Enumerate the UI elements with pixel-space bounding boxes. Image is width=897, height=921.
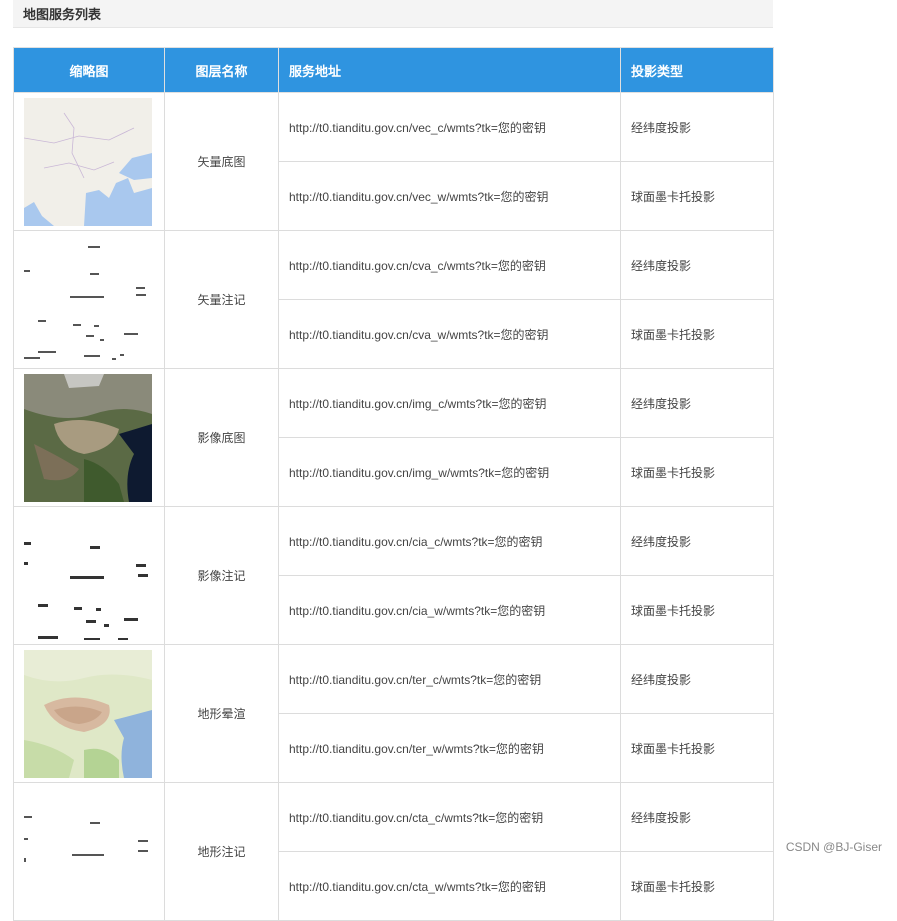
imagery-annotation-thumbnail: [24, 511, 152, 640]
table-row: 影像底图 http://t0.tianditu.gov.cn/img_c/wmt…: [13, 368, 774, 507]
service-url: http://t0.tianditu.gov.cn/cta_c/wmts?tk=…: [278, 782, 621, 852]
vector-annotation-thumbnail: [24, 235, 152, 364]
thumbnail-cell: [13, 644, 165, 783]
table-row: 矢量底图 http://t0.tianditu.gov.cn/vec_c/wmt…: [13, 92, 774, 231]
service-url: http://t0.tianditu.gov.cn/vec_c/wmts?tk=…: [278, 92, 621, 162]
projection-type: 经纬度投影: [620, 782, 774, 852]
projection-type: 球面墨卡托投影: [620, 575, 774, 645]
service-url: http://t0.tianditu.gov.cn/ter_w/wmts?tk=…: [278, 713, 621, 783]
projection-type: 经纬度投影: [620, 92, 774, 162]
layer-name: 矢量注记: [164, 230, 279, 369]
service-url: http://t0.tianditu.gov.cn/vec_w/wmts?tk=…: [278, 161, 621, 231]
table-row: 矢量注记 http://t0.tianditu.gov.cn/cva_c/wmt…: [13, 230, 774, 369]
table-header-row: 缩略图 图层名称 服务地址 投影类型: [13, 47, 774, 93]
projection-type: 球面墨卡托投影: [620, 713, 774, 783]
terrain-hillshade-thumbnail: [24, 649, 152, 778]
table-row: 地形注记 http://t0.tianditu.gov.cn/cta_c/wmt…: [13, 782, 774, 921]
imagery-basemap-thumbnail: [24, 373, 152, 502]
map-service-table: 缩略图 图层名称 服务地址 投影类型 矢量底图 http://t0.tiandi…: [13, 47, 774, 921]
table-row: 地形晕渲 http://t0.tianditu.gov.cn/ter_c/wmt…: [13, 644, 774, 783]
csdn-watermark: CSDN @BJ-Giser: [785, 840, 882, 854]
projection-type: 经纬度投影: [620, 368, 774, 438]
service-url: http://t0.tianditu.gov.cn/img_c/wmts?tk=…: [278, 368, 621, 438]
thumbnail-cell: [13, 506, 165, 645]
service-url: http://t0.tianditu.gov.cn/cia_w/wmts?tk=…: [278, 575, 621, 645]
projection-type: 经纬度投影: [620, 644, 774, 714]
title-bar: 地图服务列表: [13, 0, 773, 28]
layer-name: 影像注记: [164, 506, 279, 645]
header-service-url: 服务地址: [278, 47, 621, 93]
header-thumbnail: 缩略图: [13, 47, 165, 93]
vector-basemap-thumbnail: [24, 97, 152, 226]
layer-name: 矢量底图: [164, 92, 279, 231]
service-url: http://t0.tianditu.gov.cn/cva_w/wmts?tk=…: [278, 299, 621, 369]
projection-type: 经纬度投影: [620, 506, 774, 576]
projection-type: 球面墨卡托投影: [620, 299, 774, 369]
thumbnail-cell: [13, 782, 165, 921]
service-url: http://t0.tianditu.gov.cn/cia_c/wmts?tk=…: [278, 506, 621, 576]
projection-type: 经纬度投影: [620, 230, 774, 300]
projection-type: 球面墨卡托投影: [620, 161, 774, 231]
header-projection: 投影类型: [620, 47, 774, 93]
service-url: http://t0.tianditu.gov.cn/cva_c/wmts?tk=…: [278, 230, 621, 300]
header-layer-name: 图层名称: [164, 47, 279, 93]
terrain-annotation-thumbnail: [24, 787, 152, 916]
thumbnail-cell: [13, 92, 165, 231]
table-row: 影像注记 http://t0.tianditu.gov.cn/cia_c/wmt…: [13, 506, 774, 645]
layer-name: 地形注记: [164, 782, 279, 921]
projection-type: 球面墨卡托投影: [620, 437, 774, 507]
page-title: 地图服务列表: [23, 7, 102, 22]
layer-name: 地形晕渲: [164, 644, 279, 783]
layer-name: 影像底图: [164, 368, 279, 507]
thumbnail-cell: [13, 368, 165, 507]
service-url: http://t0.tianditu.gov.cn/img_w/wmts?tk=…: [278, 437, 621, 507]
service-url: http://t0.tianditu.gov.cn/ter_c/wmts?tk=…: [278, 644, 621, 714]
thumbnail-cell: [13, 230, 165, 369]
